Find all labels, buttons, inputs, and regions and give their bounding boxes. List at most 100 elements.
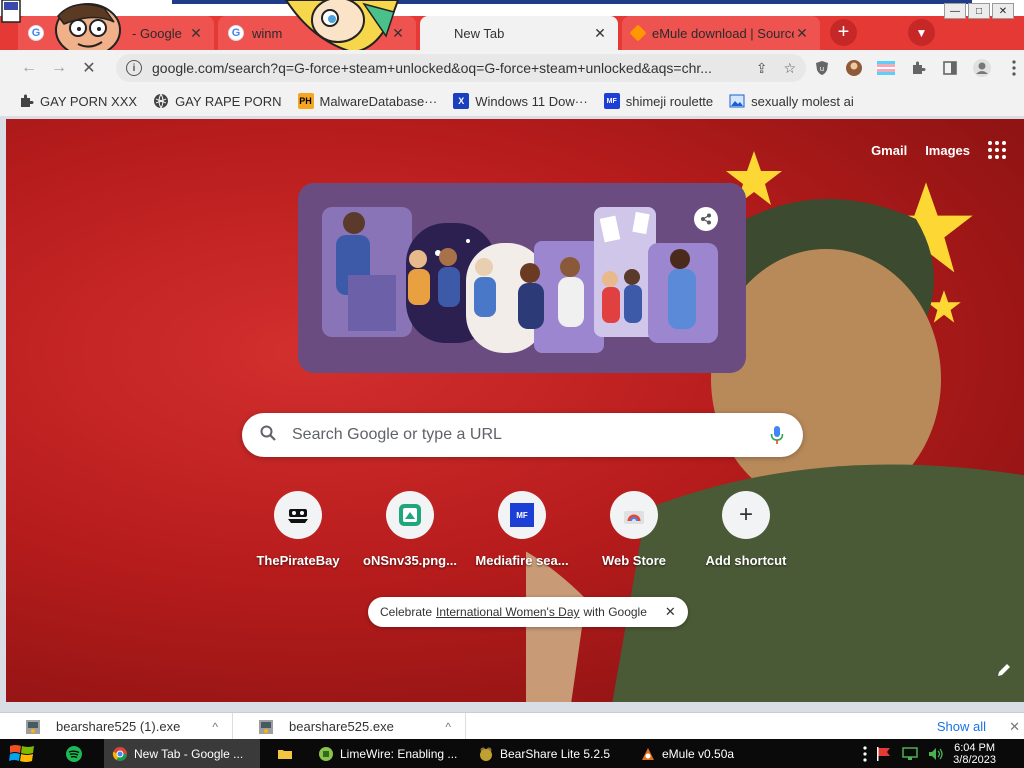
taskbar-app-limewire[interactable]: LimeWire: Enabling ... [310,739,470,768]
taskbar-app-emule[interactable]: eMule v0.50a [632,739,772,768]
share-icon[interactable] [694,207,718,231]
close-icon[interactable]: ✕ [794,25,810,42]
pirate-ship-icon [274,491,322,539]
download-name: bearshare525.exe [289,719,394,734]
bookmark-star-icon[interactable]: ☆ [783,60,796,77]
add-shortcut-button[interactable]: + Add shortcut [690,491,802,568]
installer-icon [26,719,40,734]
ph-icon: PH [297,93,314,109]
mediafire-icon: MF [498,491,546,539]
voice-search-icon[interactable] [769,425,785,445]
extensions-puzzle-icon[interactable] [908,58,928,78]
promo-text: Celebrate [380,605,433,619]
network-icon[interactable] [901,746,919,762]
bookmark-item[interactable]: X Windows 11 Dow··· [453,93,588,109]
download-name: bearshare525 (1).exe [56,719,181,734]
taskbar-app-chrome[interactable]: New Tab - Google ... [104,739,260,768]
share-icon[interactable]: ⇪ [756,60,768,77]
chevron-up-icon[interactable]: ^ [445,720,451,734]
kebab-menu-icon[interactable] [1004,58,1024,78]
taskbar-app-label: New Tab - Google ... [134,746,244,761]
close-icon[interactable]: ✕ [1009,719,1020,735]
svg-text:u: u [820,65,824,73]
bookmark-item[interactable]: sexually molest ai [729,93,854,109]
spotify-icon [66,745,82,762]
side-panel-icon[interactable] [940,58,960,78]
promo-text: with Google [583,605,647,619]
gmail-link[interactable]: Gmail [871,143,907,158]
close-icon[interactable]: ✕ [665,604,676,620]
search-input[interactable]: Search Google or type a URL [292,426,769,444]
x-icon: X [453,93,470,109]
taskbar-app-label: eMule v0.50a [662,746,735,761]
bookmark-label: sexually molest ai [751,93,854,109]
taskbar-app-explorer[interactable] [260,739,310,768]
chrome-icon [112,746,127,761]
taskbar-app-spotify[interactable] [44,739,104,768]
google-doodle[interactable] [298,183,746,373]
close-icon[interactable]: ✕ [188,25,204,42]
forward-button[interactable]: → [44,59,74,77]
bookmarks-bar: GAY PORN XXX GAY RAPE PORN PH MalwareDat… [0,86,1024,116]
action-center-flag-icon[interactable] [875,746,893,762]
site-info-icon[interactable]: i [126,60,142,76]
cartoon-sticker-icon [1,0,21,23]
address-bar[interactable]: i google.com/search?q=G-force+steam+unlo… [116,54,806,82]
images-link[interactable]: Images [925,143,970,158]
volume-icon[interactable] [927,746,945,762]
doodle-promo-chip: Celebrate International Women's Day with… [368,597,688,627]
shortcut-web-store[interactable]: Web Store [578,491,690,568]
tab-title: New Tab [454,25,505,41]
tab-emule-download[interactable]: eMule download | SourceForge ✕ [622,16,820,50]
system-tray: 6:04 PM 3/8/2023 [863,739,1024,768]
customize-pencil-icon[interactable] [996,662,1014,680]
address-url[interactable]: google.com/search?q=G-force+steam+unlock… [152,60,748,76]
shortcut-thepiratebay[interactable]: ThePirateBay [242,491,354,568]
shortcut-mediafire[interactable]: MF Mediafire sea... [466,491,578,568]
bookmark-item[interactable]: PH MalwareDatabase··· [297,93,437,109]
downloads-bar: bearshare525 (1).exe ^ bearshare525.exe … [0,712,1024,740]
bookmark-label: GAY PORN XXX [40,93,138,109]
bookmark-label: GAY RAPE PORN [175,93,282,109]
windows-taskbar: New Tab - Google ... LimeWire: Enabling … [0,739,1024,768]
bookmark-item[interactable]: GAY RAPE PORN [153,93,282,109]
new-tab-button[interactable]: + [830,19,857,46]
emule-icon [642,747,654,760]
maximize-button[interactable]: □ [968,3,990,19]
taskbar-app-label: BearShare Lite 5.2.5 [500,746,611,761]
browser-toolbar: ← → ✕ i google.com/search?q=G-force+stea… [0,50,1024,86]
ublock-shield-icon[interactable]: u [812,58,832,78]
show-all-downloads-link[interactable]: Show all [937,719,986,734]
taskbar-app-bearshare[interactable]: BearShare Lite 5.2.5 [470,739,632,768]
clock-date: 3/8/2023 [953,753,996,766]
close-icon[interactable]: ✕ [592,25,608,42]
download-item[interactable]: bearshare525.exe ^ [233,713,466,740]
promo-link[interactable]: International Women's Day [436,605,579,619]
minimize-button[interactable]: — [944,3,966,19]
folder-icon [278,749,292,759]
close-window-button[interactable]: ✕ [992,3,1014,19]
tab-search-button[interactable]: ▼ [908,19,935,46]
profile-extension-icon[interactable] [844,58,864,78]
chevron-up-icon[interactable]: ^ [212,720,218,734]
more-tray-icon[interactable] [863,745,867,762]
stop-loading-button[interactable]: ✕ [74,58,104,78]
cartoon-character-icon [284,0,400,52]
taskbar-app-label: LimeWire: Enabling ... [340,746,458,761]
shortcut-image-file[interactable]: oNSnv35.png... [354,491,466,568]
bookmark-item[interactable]: GAY PORN XXX [18,93,137,109]
ntp-search-box[interactable]: Search Google or type a URL [242,413,803,457]
google-apps-icon[interactable] [988,141,1006,159]
image-icon [729,93,745,109]
back-button[interactable]: ← [14,59,44,77]
download-item[interactable]: bearshare525 (1).exe ^ [0,713,233,740]
bookmark-item[interactable]: MF shimeji roulette [603,93,713,109]
bearshare-icon [480,747,492,761]
system-clock[interactable]: 6:04 PM 3/8/2023 [953,742,996,766]
tab-new-tab[interactable]: New Tab ✕ [420,16,618,50]
start-button[interactable] [0,739,44,768]
doodle-illustration [322,207,718,353]
flag-extension-icon[interactable] [876,58,896,78]
account-avatar-icon[interactable] [972,58,992,78]
shortcut-label: Web Store [601,553,667,568]
